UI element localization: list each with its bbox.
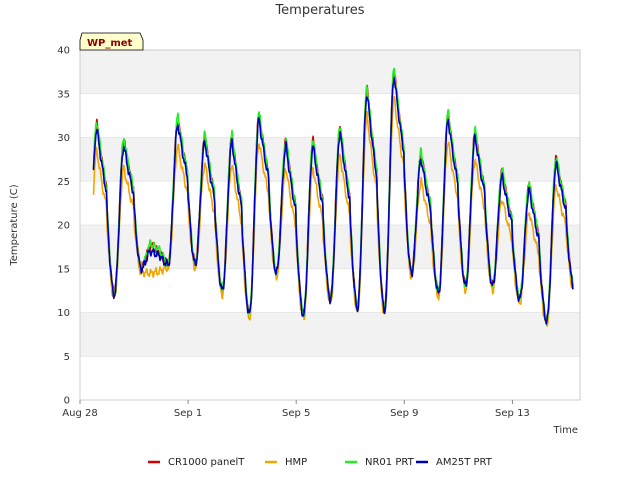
- x-axis-ticks: Aug 28 Sep 1 Sep 5 Sep 9 Sep 13: [62, 400, 530, 419]
- legend-label: NR01 PRT: [365, 457, 415, 468]
- y-tick-label: 10: [57, 308, 70, 319]
- x-tick-label: Sep 13: [495, 408, 530, 419]
- legend-label: HMP: [285, 457, 307, 468]
- y-axis-ticks: 0 5 10 15 20 25 30 35 40: [57, 46, 70, 407]
- plot-background: [79, 49, 581, 401]
- y-tick-label: 30: [57, 133, 70, 144]
- y-tick-label: 25: [57, 177, 70, 188]
- legend: CR1000 panelT HMP NR01 PRT AM25T PRT: [148, 457, 493, 468]
- chart-title: Temperatures: [274, 3, 364, 18]
- temperature-chart: Temperatures WP_met 0 5 10 15 20 25 30 35 40 Aug…: [9, 3, 581, 468]
- y-tick-label: 15: [57, 264, 70, 275]
- y-tick-label: 5: [64, 352, 70, 363]
- y-axis-label: Temperature (C): [9, 184, 20, 266]
- y-tick-label: 0: [64, 396, 70, 407]
- x-tick-label: Sep 9: [390, 408, 418, 419]
- y-tick-label: 40: [57, 46, 70, 57]
- legend-label: AM25T PRT: [436, 457, 493, 468]
- grid-band: [80, 312, 580, 357]
- station-tag: WP_met: [79, 32, 144, 51]
- grid-band: [80, 137, 580, 182]
- grid-band: [80, 50, 580, 94]
- x-tick-label: Sep 1: [174, 408, 202, 419]
- y-tick-label: 20: [57, 221, 70, 232]
- station-tag-label: WP_met: [87, 38, 133, 49]
- x-tick-label: Sep 5: [282, 408, 310, 419]
- y-tick-label: 35: [57, 89, 70, 100]
- x-tick-label: Aug 28: [62, 408, 97, 419]
- legend-label: CR1000 panelT: [168, 457, 245, 468]
- x-axis-label: Time: [553, 425, 578, 436]
